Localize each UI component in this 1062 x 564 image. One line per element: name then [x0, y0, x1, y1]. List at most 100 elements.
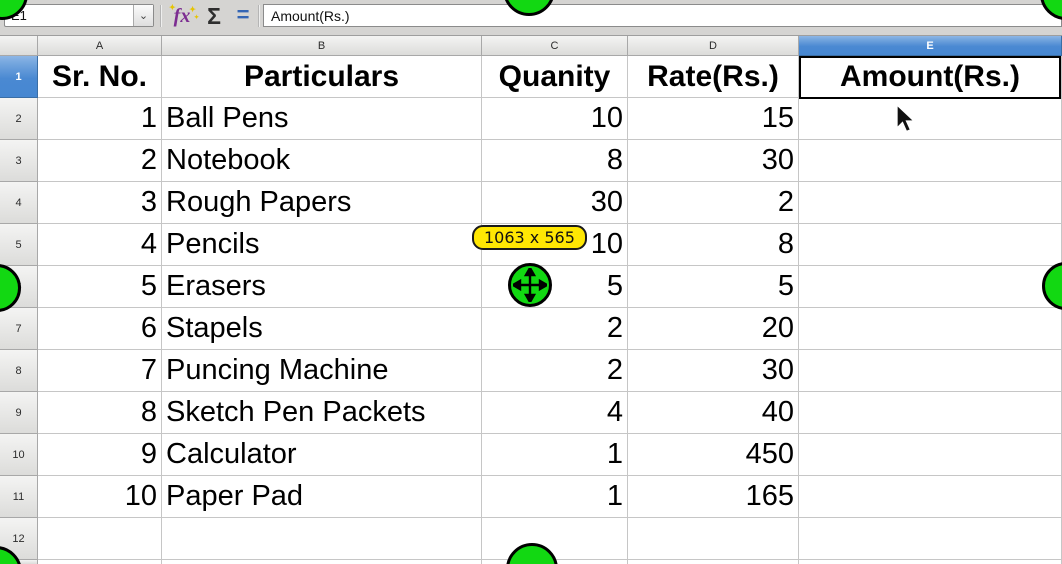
cell-amount[interactable]: [799, 182, 1062, 224]
column-header-D[interactable]: D: [628, 36, 799, 56]
cell-particulars[interactable]: Calculator: [162, 434, 482, 476]
cell-rate[interactable]: 30: [628, 350, 799, 392]
cell-sr-no[interactable]: 4: [38, 224, 162, 266]
select-all-corner[interactable]: [0, 36, 38, 56]
cell-quantity[interactable]: 5: [482, 266, 628, 308]
cell-sr-no[interactable]: 7: [38, 350, 162, 392]
cell-particulars[interactable]: [162, 518, 482, 560]
row-header[interactable]: 3: [0, 140, 38, 182]
cell-quantity[interactable]: 10: [482, 98, 628, 140]
function-wizard-button[interactable]: ✦fx✦✦: [168, 2, 196, 30]
move-arrows-icon: [513, 268, 547, 302]
column-header-A[interactable]: A: [38, 36, 162, 56]
move-cursor-marker: [508, 263, 552, 307]
row-header[interactable]: 9: [0, 392, 38, 434]
cell-quantity[interactable]: 30: [482, 182, 628, 224]
sum-button[interactable]: Σ: [202, 2, 226, 30]
cell-rate[interactable]: 20: [628, 308, 799, 350]
cell-sr-no[interactable]: 6: [38, 308, 162, 350]
cell-B1[interactable]: Particulars: [162, 56, 482, 98]
cell-D1[interactable]: Rate(Rs.): [628, 56, 799, 98]
cell-quantity[interactable]: 1: [482, 434, 628, 476]
formula-input-line[interactable]: Amount(Rs.): [263, 4, 1062, 27]
row-header[interactable]: 7: [0, 308, 38, 350]
cell-E1-active[interactable]: Amount(Rs.): [799, 56, 1062, 98]
cell-amount[interactable]: [799, 308, 1062, 350]
cell-sr-no[interactable]: [38, 518, 162, 560]
cell-rate[interactable]: 2: [628, 182, 799, 224]
cell-rate[interactable]: 40: [628, 392, 799, 434]
cell-sr-no[interactable]: 1: [38, 98, 162, 140]
cell-particulars[interactable]: Erasers: [162, 266, 482, 308]
cell-partial[interactable]: [799, 560, 1062, 564]
cell-particulars[interactable]: Sketch Pen Packets: [162, 392, 482, 434]
cell-sr-no[interactable]: 10: [38, 476, 162, 518]
toolbar-separator: [258, 5, 259, 27]
cell-amount[interactable]: [799, 434, 1062, 476]
sparkle-icon: ✦: [194, 14, 199, 21]
cell-particulars[interactable]: Rough Papers: [162, 182, 482, 224]
row-header-1-selected[interactable]: 1: [0, 56, 38, 98]
cell-sr-no[interactable]: 2: [38, 140, 162, 182]
cell-particulars[interactable]: Notebook: [162, 140, 482, 182]
row-header[interactable]: 2: [0, 98, 38, 140]
cell-sr-no[interactable]: 8: [38, 392, 162, 434]
cell-particulars[interactable]: Stapels: [162, 308, 482, 350]
chevron-down-icon: ⌄: [139, 9, 148, 22]
cell-C1[interactable]: Quanity: [482, 56, 628, 98]
cell-rate[interactable]: 15: [628, 98, 799, 140]
cell-amount[interactable]: [799, 476, 1062, 518]
cell-quantity[interactable]: [482, 518, 628, 560]
row-header[interactable]: 10: [0, 434, 38, 476]
cell-sr-no[interactable]: 5: [38, 266, 162, 308]
cell-rate[interactable]: 30: [628, 140, 799, 182]
cell-particulars[interactable]: Puncing Machine: [162, 350, 482, 392]
cell-amount[interactable]: [799, 350, 1062, 392]
window-size-tooltip: 1063 x 565: [472, 225, 587, 250]
function-wizard-icon: fx: [174, 5, 191, 28]
row-header[interactable]: 8: [0, 350, 38, 392]
spreadsheet-window: E1 ⌄ ✦fx✦✦ Σ = Amount(Rs.) A B C D E 1 S…: [0, 0, 1062, 564]
name-box-dropdown-button[interactable]: ⌄: [133, 5, 153, 26]
row-header[interactable]: 5: [0, 224, 38, 266]
cell-sr-no[interactable]: 3: [38, 182, 162, 224]
row-header[interactable]: 4: [0, 182, 38, 224]
cell-partial[interactable]: [38, 560, 162, 564]
equals-icon: =: [237, 2, 250, 28]
cell-quantity[interactable]: 2: [482, 308, 628, 350]
cell-particulars[interactable]: Ball Pens: [162, 98, 482, 140]
name-box-wrap: E1 ⌄: [4, 4, 154, 27]
cell-rate[interactable]: [628, 518, 799, 560]
cell-A1[interactable]: Sr. No.: [38, 56, 162, 98]
cell-rate[interactable]: 165: [628, 476, 799, 518]
cell-sr-no[interactable]: 9: [38, 434, 162, 476]
sigma-icon: Σ: [207, 3, 221, 30]
row-header[interactable]: 11: [0, 476, 38, 518]
column-header-E-selected[interactable]: E: [799, 36, 1062, 56]
cell-amount[interactable]: [799, 266, 1062, 308]
cell-amount[interactable]: [799, 140, 1062, 182]
column-header-C[interactable]: C: [482, 36, 628, 56]
sparkle-icon: ✦: [189, 5, 196, 14]
cell-partial[interactable]: [628, 560, 799, 564]
cell-amount[interactable]: [799, 98, 1062, 140]
name-box[interactable]: E1: [5, 5, 133, 26]
cell-partial[interactable]: [162, 560, 482, 564]
cell-quantity[interactable]: 2: [482, 350, 628, 392]
sparkle-icon: ✦: [169, 3, 176, 12]
cell-amount[interactable]: [799, 518, 1062, 560]
cell-rate[interactable]: 8: [628, 224, 799, 266]
formula-button[interactable]: =: [232, 2, 254, 30]
cell-amount[interactable]: [799, 224, 1062, 266]
toolbar-separator: [160, 5, 161, 27]
mouse-cursor-icon: [895, 104, 917, 134]
cell-particulars[interactable]: Pencils: [162, 224, 482, 266]
cell-particulars[interactable]: Paper Pad: [162, 476, 482, 518]
cell-quantity[interactable]: 8: [482, 140, 628, 182]
cell-quantity[interactable]: 1: [482, 476, 628, 518]
cell-quantity[interactable]: 4: [482, 392, 628, 434]
cell-amount[interactable]: [799, 392, 1062, 434]
cell-rate[interactable]: 450: [628, 434, 799, 476]
column-header-B[interactable]: B: [162, 36, 482, 56]
cell-rate[interactable]: 5: [628, 266, 799, 308]
